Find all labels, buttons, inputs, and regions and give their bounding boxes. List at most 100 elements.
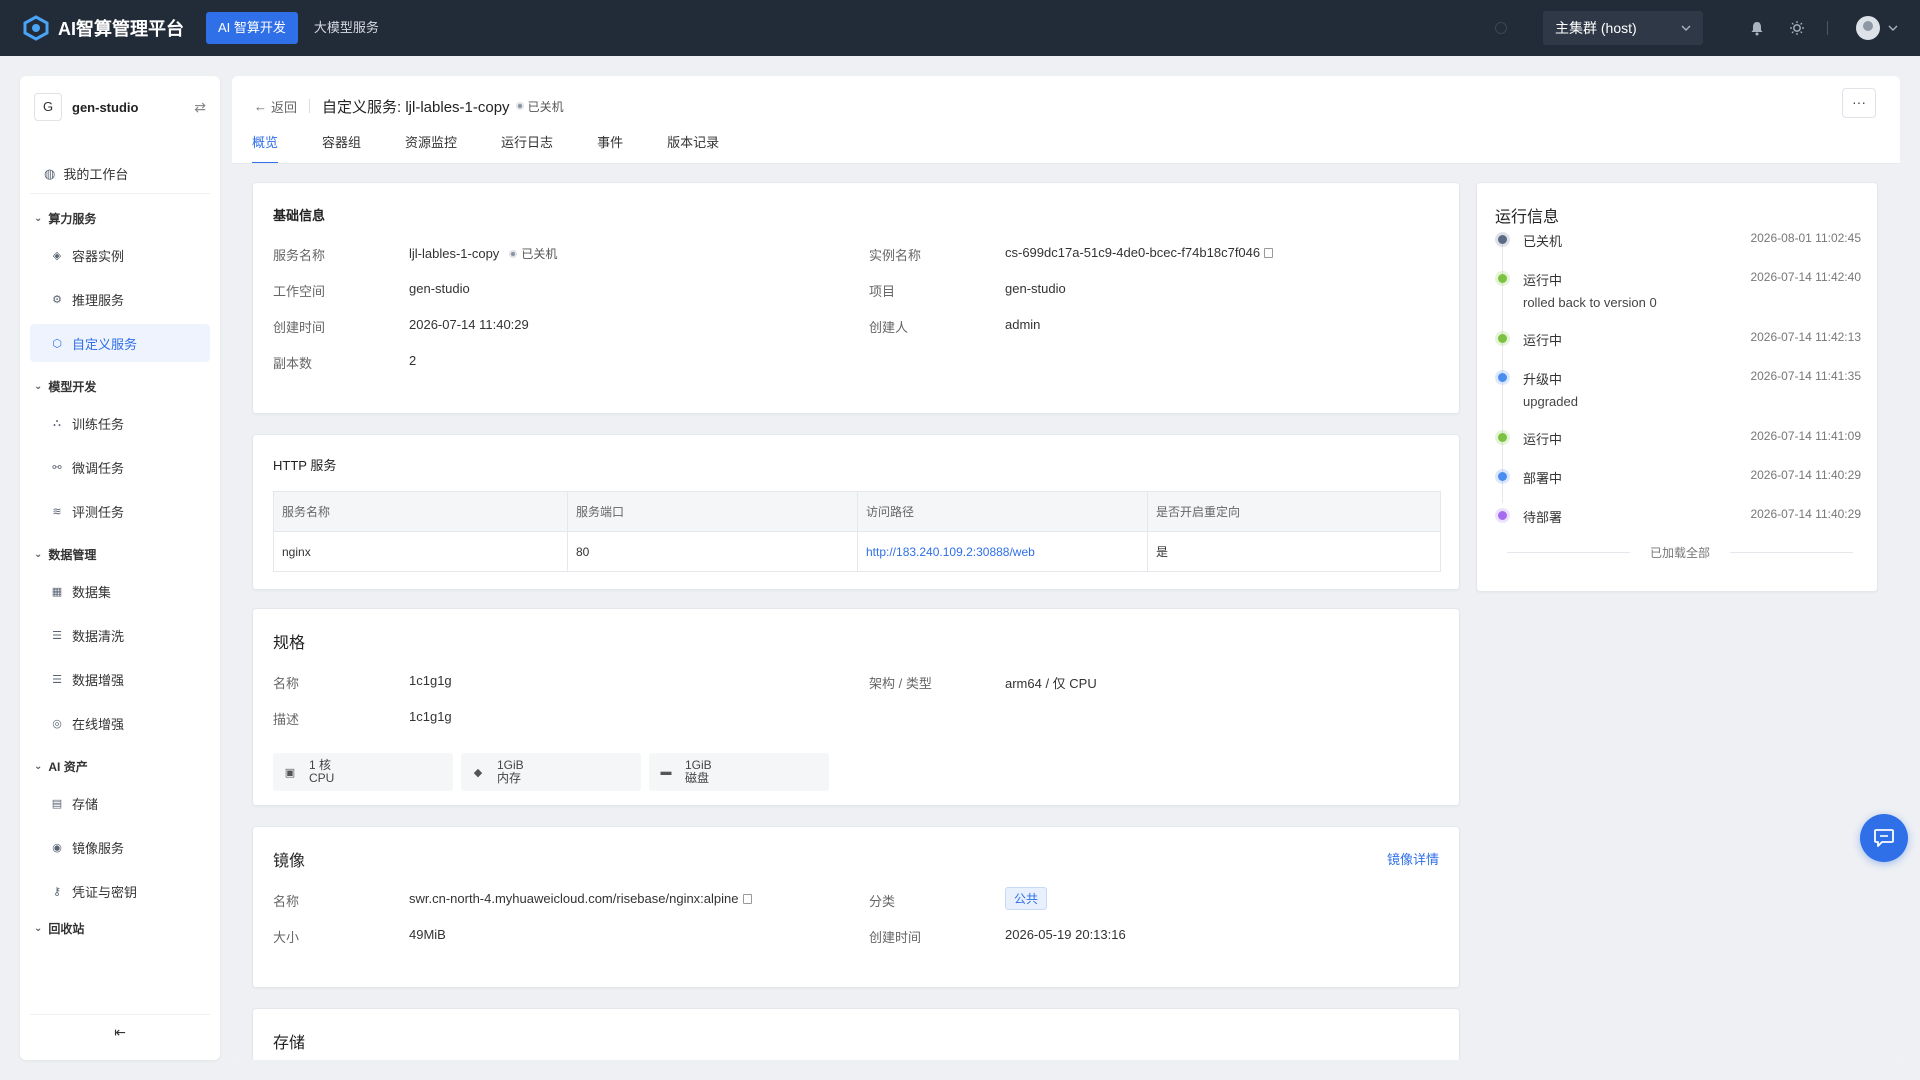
replicas-value: 2 xyxy=(409,353,417,368)
chip-unit: CPU xyxy=(309,771,335,785)
instance-name-text: cs-699dc17a-51c9-4de0-bcec-f74b18c7f046 xyxy=(1005,245,1261,260)
cluster-select[interactable]: 主集群 (host) xyxy=(1543,11,1703,45)
created-time-value: 2026-07-14 11:40:29 xyxy=(409,317,529,332)
timeline-time: 2026-07-14 11:41:35 xyxy=(1750,369,1861,383)
chat-button[interactable] xyxy=(1860,814,1908,862)
sidebar-item-label: 我的工作台 xyxy=(63,167,129,182)
sidebar-item-label: 在线增强 xyxy=(72,716,125,732)
card-title: HTTP 服务 xyxy=(273,458,337,473)
copy-icon[interactable] xyxy=(1264,248,1274,258)
nav-ai-dev[interactable]: AI 智算开发 xyxy=(206,12,298,44)
sidebar-group-data[interactable]: ⌄ 数据管理 xyxy=(30,536,210,572)
tab-versions[interactable]: 版本记录 xyxy=(667,130,719,164)
sidebar-item-dataset[interactable]: ▦ 数据集 xyxy=(30,572,210,610)
workspace-badge: G xyxy=(34,93,62,121)
image-name-text: swr.cn-north-4.myhuaweicloud.com/risebas… xyxy=(409,891,739,906)
grid-icon: ▦ xyxy=(51,585,63,598)
table-row: nginx 80 http://183.240.109.2:30888/web … xyxy=(273,531,1441,572)
card-title: 基础信息 xyxy=(273,208,326,223)
http-service-table: 服务名称 服务端口 访问路径 是否开启重定向 nginx 80 http://1… xyxy=(273,491,1441,572)
timeline-item: 运行中 2026-07-14 11:41:09 xyxy=(1495,429,1861,448)
chevron-down-icon xyxy=(1681,25,1691,31)
access-url-link[interactable]: http://183.240.109.2:30888/web xyxy=(857,531,1148,572)
column-header: 是否开启重定向 xyxy=(1147,491,1441,532)
sidebar-item-training[interactable]: ⛬ 训练任务 xyxy=(30,404,210,442)
logo[interactable]: AI智算管理平台 xyxy=(22,14,184,42)
timeline-item: 已关机 2026-08-01 11:02:45 xyxy=(1495,231,1861,250)
sidebar-item-label: 推理服务 xyxy=(72,292,125,308)
sidebar-group-recycle-bin[interactable]: ⌄ 回收站 xyxy=(30,916,210,940)
sidebar-item-label: 数据清洗 xyxy=(72,628,125,644)
workspace-header[interactable]: G gen-studio ⇄ xyxy=(34,92,206,122)
sidebar-group-label: 模型开发 xyxy=(48,379,97,394)
sidebar-group-model-dev[interactable]: ⌄ 模型开发 xyxy=(30,368,210,404)
sidebar: G gen-studio ⇄ ◍ 我的工作台 ⌄ 算力服务 ◈ 容器实例 ⚙ 推… xyxy=(20,76,220,1060)
bell-icon[interactable] xyxy=(1747,18,1767,38)
more-actions-button[interactable]: ··· xyxy=(1842,88,1876,118)
tab-overview[interactable]: 概览 xyxy=(252,130,279,164)
timeline-message: rolled back to version 0 xyxy=(1523,295,1657,310)
sidebar-item-data-augment[interactable]: ☰ 数据增强 xyxy=(30,660,210,698)
spec-name-value: 1c1g1g xyxy=(409,673,452,688)
copy-icon[interactable] xyxy=(742,894,752,904)
switch-icon[interactable]: ⇄ xyxy=(194,99,206,116)
timeline-time: 2026-08-01 11:02:45 xyxy=(1750,231,1861,245)
sidebar-item-label: 凭证与密钥 xyxy=(72,884,138,900)
sidebar-item-home[interactable]: ◍ 我的工作台 xyxy=(30,154,210,194)
collapse-sidebar-button[interactable]: ⇤ xyxy=(30,1014,210,1050)
logo-icon xyxy=(23,15,49,41)
image-detail-link[interactable]: 镜像详情 xyxy=(1387,849,1439,868)
hexagon-icon: ⬡ xyxy=(52,337,62,350)
sidebar-item-credentials[interactable]: ⚷ 凭证与密钥 xyxy=(30,872,210,910)
timeline-time: 2026-07-14 11:42:40 xyxy=(1750,270,1861,284)
sidebar-item-image-service[interactable]: ◉ 镜像服务 xyxy=(30,828,210,866)
sidebar-group-compute[interactable]: ⌄ 算力服务 xyxy=(30,200,210,236)
table-header-row: 服务名称 服务端口 访问路径 是否开启重定向 xyxy=(273,491,1441,532)
sidebar-item-storage[interactable]: ▤ 存储 xyxy=(30,784,210,822)
sidebar-item-data-cleaning[interactable]: ☰ 数据清洗 xyxy=(30,616,210,654)
back-button[interactable]: ← 返回 xyxy=(254,97,297,116)
service-name-value: ljl-lables-1-copy 已关机 xyxy=(409,245,557,262)
table-cell: nginx xyxy=(273,531,568,572)
nav-llm-service[interactable]: 大模型服务 xyxy=(302,12,391,44)
chevron-down-icon: ⌄ xyxy=(34,922,43,934)
sidebar-item-container-instance[interactable]: ◈ 容器实例 xyxy=(30,236,210,274)
sidebar-item-custom-service[interactable]: ⬡ 自定义服务 xyxy=(30,324,210,362)
sidebar-item-label: 数据增强 xyxy=(72,672,125,688)
sidebar-item-label: 镜像服务 xyxy=(72,840,125,856)
disk-icon: ▬ xyxy=(660,766,672,778)
chevron-down-icon[interactable] xyxy=(1888,25,1898,31)
image-created-label: 创建时间 xyxy=(869,930,922,945)
theme-icon[interactable] xyxy=(1787,18,1807,38)
service-name-text: ljl-lables-1-copy xyxy=(409,246,500,261)
tab-events[interactable]: 事件 xyxy=(597,130,623,164)
category-label: 分类 xyxy=(869,894,896,909)
workspace-name: gen-studio xyxy=(72,99,139,115)
hierarchy-icon: ⛬ xyxy=(53,416,61,429)
home-icon: ◍ xyxy=(44,165,56,181)
avatar[interactable] xyxy=(1856,16,1880,40)
http-service-card: HTTP 服务 服务名称 服务端口 访问路径 是否开启重定向 nginx 80 … xyxy=(252,434,1460,590)
sidebar-item-online-augment[interactable]: ◎ 在线增强 xyxy=(30,704,210,742)
tab-monitoring[interactable]: 资源监控 xyxy=(405,130,457,164)
chevron-down-icon: ⌄ xyxy=(34,548,43,560)
timeline-time: 2026-07-14 11:40:29 xyxy=(1750,507,1861,521)
spec-desc-value: 1c1g1g xyxy=(409,709,452,724)
instance-name-value: cs-699dc17a-51c9-4de0-bcec-f74b18c7f046 xyxy=(1005,245,1274,260)
spec-card: 规格 名称 1c1g1g 架构 / 类型 arm64 / 仅 CPU 描述 1c… xyxy=(252,608,1460,806)
page-title: 自定义服务: ljl-lables-1-copy xyxy=(322,98,510,116)
basic-info-card: 基础信息 服务名称 ljl-lables-1-copy 已关机 实例名称 cs-… xyxy=(252,182,1460,414)
sidebar-group-ai-assets[interactable]: ⌄ AI 资产 xyxy=(30,748,210,784)
sidebar-item-evaluation[interactable]: ≋ 评测任务 xyxy=(30,492,210,530)
sidebar-item-inference[interactable]: ⚙ 推理服务 xyxy=(30,280,210,318)
chip-unit: 内存 xyxy=(497,771,522,785)
tab-pods[interactable]: 容器组 xyxy=(322,130,361,164)
sidebar-item-label: 数据集 xyxy=(72,584,112,600)
instance-name-label: 实例名称 xyxy=(869,248,922,263)
cpu-chip: ▣ 1 核 CPU xyxy=(273,753,453,791)
chip-unit: 磁盘 xyxy=(685,771,710,785)
sidebar-item-finetune[interactable]: ⚯ 微调任务 xyxy=(30,448,210,486)
search-icon[interactable] xyxy=(1495,22,1507,34)
tab-logs[interactable]: 运行日志 xyxy=(501,130,553,164)
timeline-dot-icon xyxy=(1498,373,1507,382)
